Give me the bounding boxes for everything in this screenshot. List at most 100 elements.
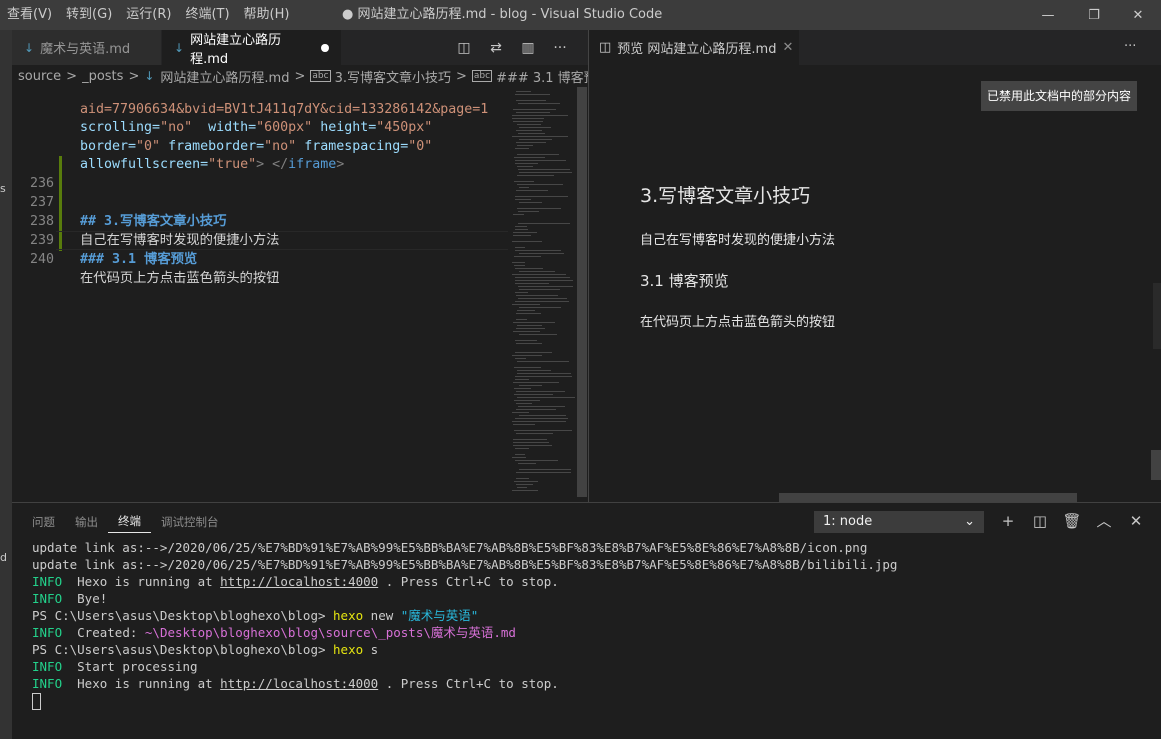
minimap-line [519,187,529,189]
close-window-button[interactable]: ✕ [1115,0,1161,30]
minimap-line [515,148,529,150]
editor-actions: ◫ ⇄ ▥ ··· [448,30,576,65]
chevron-down-icon: ⌄ [964,514,975,529]
minimap-line [516,190,548,192]
terminal-line: PS C:\Users\asus\Desktop\bloghexo\blog> … [32,607,478,624]
terminal-text: Start processing [62,659,198,674]
terminal-select[interactable]: 1: node ⌄ [814,511,984,533]
maximize-button[interactable]: ❐ [1071,0,1117,30]
open-preview-side-icon[interactable]: ◫ [448,40,480,56]
editor-scrollbar[interactable] [576,87,588,502]
tab-output[interactable]: 输出 [65,503,108,539]
breadcrumb-h3[interactable]: ### 3.1 博客预览 [496,67,588,86]
minimap-line [516,142,546,144]
minimap-line [519,139,552,141]
minimap-line [513,232,537,234]
minimap-line [516,403,532,405]
minimap-line [517,124,541,126]
minimap-line [519,271,555,273]
minimap-line [516,130,542,132]
breadcrumb-file[interactable]: 网站建立心路历程.md [160,67,289,86]
minimap-line [515,247,525,249]
minimap-line [513,424,535,426]
close-panel-icon[interactable]: ✕ [1124,509,1148,533]
more-actions-icon[interactable]: ··· [544,40,576,56]
info-label: INFO [32,659,63,674]
terminal-line: INFO Bye! [32,590,107,607]
code-tag-punct: > [336,157,345,172]
tab-preview[interactable]: ◫ 预览 网站建立心路历程.md ✕ [589,30,799,65]
minimap-line [518,286,573,288]
markdown-preview: 已禁用此文档中的部分内容 3.写博客文章小技巧 自己在写博客时发现的便捷小方法 … [588,65,1161,502]
code-value: "true" [208,157,257,172]
minimap-line [518,169,570,171]
minimap-line [519,415,566,417]
code-text: ## 3.写博客文章小技巧 [80,214,227,229]
minimap-line [517,361,569,363]
terminal-text: Hexo is running at [62,676,221,691]
code-editor[interactable]: aid=77906634&bvid=BV1tJ411q7dY&cid=13328… [12,87,508,502]
minimap-line [518,211,539,213]
minimap-line [518,103,560,105]
minimap-line [515,460,558,462]
minimap-line [517,145,533,147]
code-line-236: 236 [12,155,54,191]
minimap[interactable] [508,87,576,502]
menu-run[interactable]: 运行(R) [119,0,178,30]
breadcrumb-source[interactable]: source [18,69,61,84]
minimap-line [515,301,569,303]
code-attr: width= [192,120,257,135]
breadcrumb-h2[interactable]: 3.写博客文章小技巧 [335,67,451,86]
security-notice[interactable]: 已禁用此文档中的部分内容 [981,81,1137,111]
minimap-line [517,184,563,186]
minimap-line [515,454,525,456]
minimize-button[interactable]: — [1025,0,1071,30]
activity-mark-d: d [0,551,7,564]
minimap-line [515,163,538,165]
tab-problems[interactable]: 问题 [22,503,65,539]
line-number: 240 [29,252,54,267]
terminal-command: hexo [333,642,364,657]
preview-hscrollbar[interactable] [779,493,1077,502]
split-editor-icon[interactable]: ▥ [512,40,544,56]
minimap-line [519,253,564,255]
minimap-line [515,160,566,162]
breadcrumb-posts[interactable]: _posts [82,69,123,84]
preview-tab-bar: ◫ 预览 网站建立心路历程.md ✕ ··· [588,30,1161,65]
more-actions-icon[interactable]: ··· [1124,39,1136,54]
tab-debug-console[interactable]: 调试控制台 [151,503,229,539]
menu-view[interactable]: 查看(V) [0,0,59,30]
activity-bar: s d [0,30,12,739]
localhost-link[interactable]: http://localhost:4000 [220,676,378,691]
minimap-line [519,289,560,291]
minimap-line [512,262,525,264]
preview-overview-ruler [1153,283,1161,349]
localhost-link[interactable]: http://localhost:4000 [220,574,378,589]
menu-terminal[interactable]: 终端(T) [178,0,236,30]
maximize-panel-icon[interactable]: ︿ [1092,509,1116,533]
minimap-line [512,115,568,117]
code-line-237: 237 ## 3.写博客文章小技巧 [12,174,226,229]
tab-terminal[interactable]: 终端 [108,503,151,533]
minimap-line [515,340,537,342]
minimap-line [512,136,568,138]
split-terminal-icon[interactable]: ◫ [1028,509,1052,533]
minimap-line [517,397,575,399]
minimap-line [515,268,543,270]
minimap-line [516,409,556,411]
open-changes-icon[interactable]: ⇄ [480,40,512,56]
menu-go[interactable]: 转到(G) [59,0,119,30]
close-tab-icon[interactable]: ✕ [782,40,793,55]
menu-help[interactable]: 帮助(H) [237,0,297,30]
code-line: scrolling="no" width="600px" height="450… [12,99,432,135]
scrollbar-thumb[interactable] [577,87,587,497]
preview-scrollbar-thumb[interactable] [1151,450,1161,480]
minimap-line [516,313,541,315]
terminal-line: INFO Created: ~\Desktop\bloghexo\blog\so… [32,624,516,641]
kill-terminal-icon[interactable]: 🗑 [1060,509,1084,533]
markdown-icon: ↓ [144,69,155,83]
new-terminal-icon[interactable]: + [996,509,1020,533]
tab-magic-english[interactable]: ↓ 魔术与英语.md [12,30,162,65]
unsaved-dot-icon[interactable] [321,43,329,52]
tab-website-journey[interactable]: ↓ 网站建立心路历程.md [162,30,342,67]
